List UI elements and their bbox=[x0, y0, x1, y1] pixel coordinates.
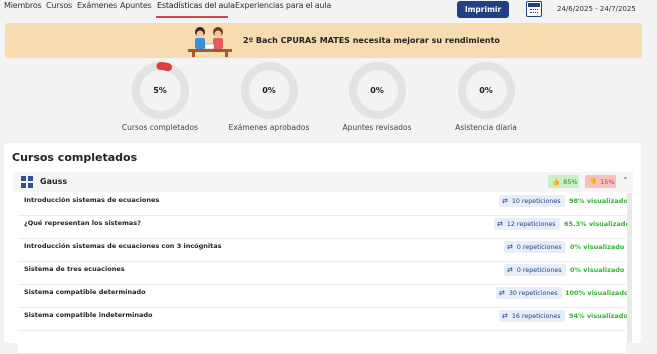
progress-ring: 5% bbox=[131, 61, 190, 120]
lesson-title: Sistema compatible indeterminado bbox=[24, 311, 153, 319]
lesson-title: ¿Qué representan los sistemas? bbox=[24, 219, 141, 227]
repetitions-badge: ⇄ 12 repeticiones bbox=[494, 218, 560, 230]
repeat-icon: ⇄ bbox=[507, 266, 513, 274]
progress-ring: 0% bbox=[240, 61, 299, 120]
list-item: Sistema compatible determinado ⇄ 30 repet… bbox=[18, 285, 629, 308]
repetitions-badge: ⇄ 16 repeticiones bbox=[499, 310, 565, 322]
performance-banner: 2º Bach CPURAS MATES necesita mejorar su… bbox=[5, 23, 642, 58]
viewed-percent: 65.3% visualizado bbox=[564, 220, 630, 228]
tab-apuntes[interactable]: Apuntes bbox=[120, 1, 152, 10]
calendar-icon[interactable] bbox=[526, 1, 542, 17]
repetitions-badge: ⇄ 0 repeticiones bbox=[504, 264, 566, 276]
repetitions-count: 0 repeticiones bbox=[516, 266, 562, 274]
stat-examenes-aprobados: 0% Exámenes aprobados bbox=[221, 61, 317, 132]
repeat-icon: ⇄ bbox=[497, 220, 503, 228]
list-item: Sistema de tres ecuaciones ⇄ 0 repeticion… bbox=[18, 262, 626, 285]
grid-icon bbox=[21, 176, 33, 188]
dislike-badge: 👎 15% bbox=[585, 175, 616, 188]
lesson-title: Sistema compatible determinado bbox=[24, 288, 146, 296]
banner-message: 2º Bach CPURAS MATES necesita mejorar su… bbox=[243, 36, 500, 45]
list-item: ¿Qué representan los sistemas? ⇄ 12 repet… bbox=[18, 216, 630, 239]
list-item: Introducción sistemas de ecuaciones ⇄ 10 … bbox=[18, 193, 628, 216]
stat-cursos-completados: 5% Cursos completados bbox=[112, 61, 208, 132]
students-illustration-icon bbox=[188, 27, 232, 57]
progress-ring: 0% bbox=[457, 61, 516, 120]
tab-cursos[interactable]: Cursos bbox=[46, 1, 72, 10]
stat-asistencia-diaria: 0% Asistencia diaria bbox=[438, 61, 534, 132]
like-percent: 85% bbox=[563, 177, 578, 186]
like-badge: 👍 85% bbox=[548, 175, 579, 188]
thumbs-down-icon: 👎 bbox=[589, 177, 598, 186]
stat-label: Exámenes aprobados bbox=[228, 123, 310, 132]
stat-label: Asistencia diaria bbox=[455, 123, 517, 132]
repeat-icon: ⇄ bbox=[499, 289, 505, 297]
stat-value: 0% bbox=[479, 86, 493, 95]
repetitions-badge: ⇄ 30 repeticiones bbox=[496, 287, 562, 299]
repetitions-count: 10 repeticiones bbox=[511, 197, 561, 205]
repetitions-count: 12 repeticiones bbox=[506, 220, 556, 228]
chevron-up-icon[interactable]: ⌃ bbox=[622, 176, 629, 185]
repeat-icon: ⇄ bbox=[507, 243, 513, 251]
stat-apuntes-revisados: 0% Apuntes revisados bbox=[329, 61, 425, 132]
tab-experiencias[interactable]: Experiencias para el aula bbox=[235, 1, 331, 10]
lesson-title: Introducción sistemas de ecuaciones bbox=[24, 196, 160, 204]
list-item: Introducción sistemas de ecuaciones con … bbox=[18, 239, 626, 262]
course-header[interactable]: Gauss 👍 85% 👎 15% ⌃ bbox=[13, 172, 633, 192]
viewed-percent: 94% visualizado bbox=[569, 312, 628, 320]
repetitions-count: 16 repeticiones bbox=[511, 312, 561, 320]
stat-label: Cursos completados bbox=[121, 123, 199, 132]
stat-value: 0% bbox=[370, 86, 384, 95]
section-title: Cursos completados bbox=[12, 151, 138, 164]
lesson-title: Introducción sistemas de ecuaciones con … bbox=[24, 242, 222, 250]
progress-ring: 0% bbox=[348, 61, 407, 120]
list-item bbox=[18, 331, 626, 354]
stat-value: 0% bbox=[262, 86, 276, 95]
print-button[interactable]: Imprimir bbox=[457, 1, 509, 18]
repetitions-count: 30 repeticiones bbox=[508, 289, 558, 297]
top-navigation: Miembros Cursos Exámenes Apuntes Estadís… bbox=[0, 0, 657, 20]
dislike-percent: 15% bbox=[600, 177, 615, 186]
thumbs-up-icon: 👍 bbox=[552, 177, 561, 186]
scrollbar[interactable] bbox=[627, 193, 632, 343]
viewed-percent: 98% visualizado bbox=[569, 197, 628, 205]
active-tab-indicator bbox=[156, 16, 228, 18]
list-item: Sistema compatible indeterminado ⇄ 16 rep… bbox=[18, 308, 628, 331]
tab-estadisticas[interactable]: Estadísticas del aula bbox=[157, 1, 235, 10]
date-range: 24/6/2025 - 24/7/2025 bbox=[557, 5, 636, 13]
lesson-list: Introducción sistemas de ecuaciones ⇄ 10 … bbox=[18, 193, 630, 354]
viewed-percent: 0% visualizado bbox=[570, 266, 625, 274]
stat-value: 5% bbox=[153, 86, 167, 95]
course-name: Gauss bbox=[40, 177, 68, 186]
repetitions-badge: ⇄ 0 repeticiones bbox=[504, 241, 566, 253]
lesson-title: Sistema de tres ecuaciones bbox=[24, 265, 125, 273]
stat-label: Apuntes revisados bbox=[342, 123, 412, 132]
repeat-icon: ⇄ bbox=[502, 312, 508, 320]
courses-panel: Cursos completados Gauss 👍 85% 👎 15% ⌃ Int… bbox=[4, 143, 641, 354]
viewed-percent: 0% visualizado bbox=[570, 243, 625, 251]
tab-examenes[interactable]: Exámenes bbox=[77, 1, 117, 10]
tab-miembros[interactable]: Miembros bbox=[4, 1, 42, 10]
repetitions-badge: ⇄ 10 repeticiones bbox=[499, 195, 565, 207]
repetitions-count: 0 repeticiones bbox=[516, 243, 562, 251]
repeat-icon: ⇄ bbox=[502, 197, 508, 205]
viewed-percent: 100% visualizado bbox=[565, 289, 629, 297]
